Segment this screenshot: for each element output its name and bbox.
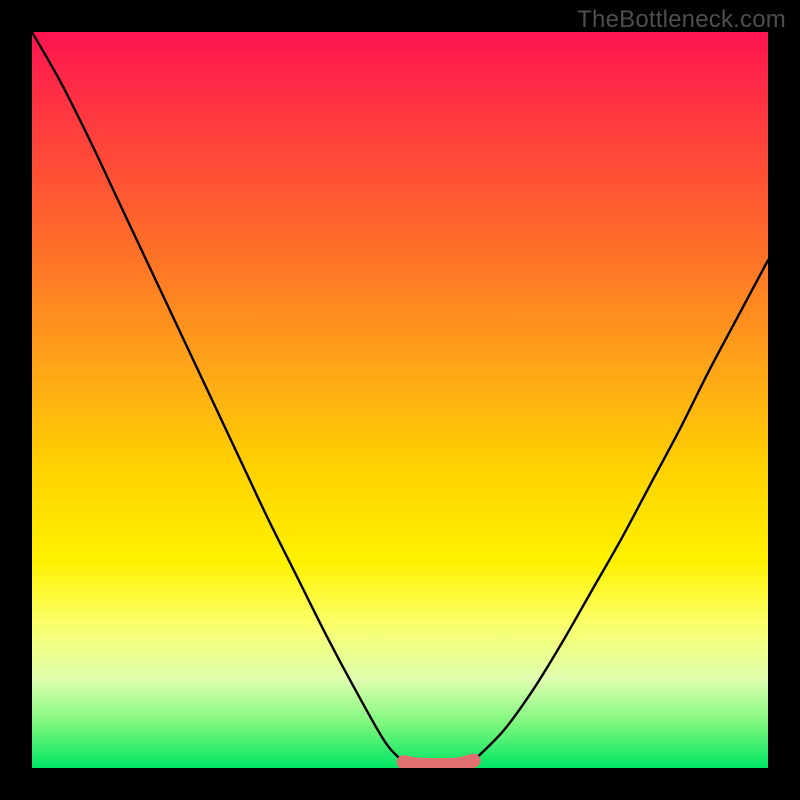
watermark-text: TheBottleneck.com [577, 6, 786, 34]
chart-frame: TheBottleneck.com [0, 0, 800, 800]
left-curve [32, 32, 404, 762]
curve-layer [32, 32, 768, 768]
right-curve [474, 260, 768, 760]
bottom-highlight [404, 761, 474, 766]
plot-area [32, 32, 768, 768]
